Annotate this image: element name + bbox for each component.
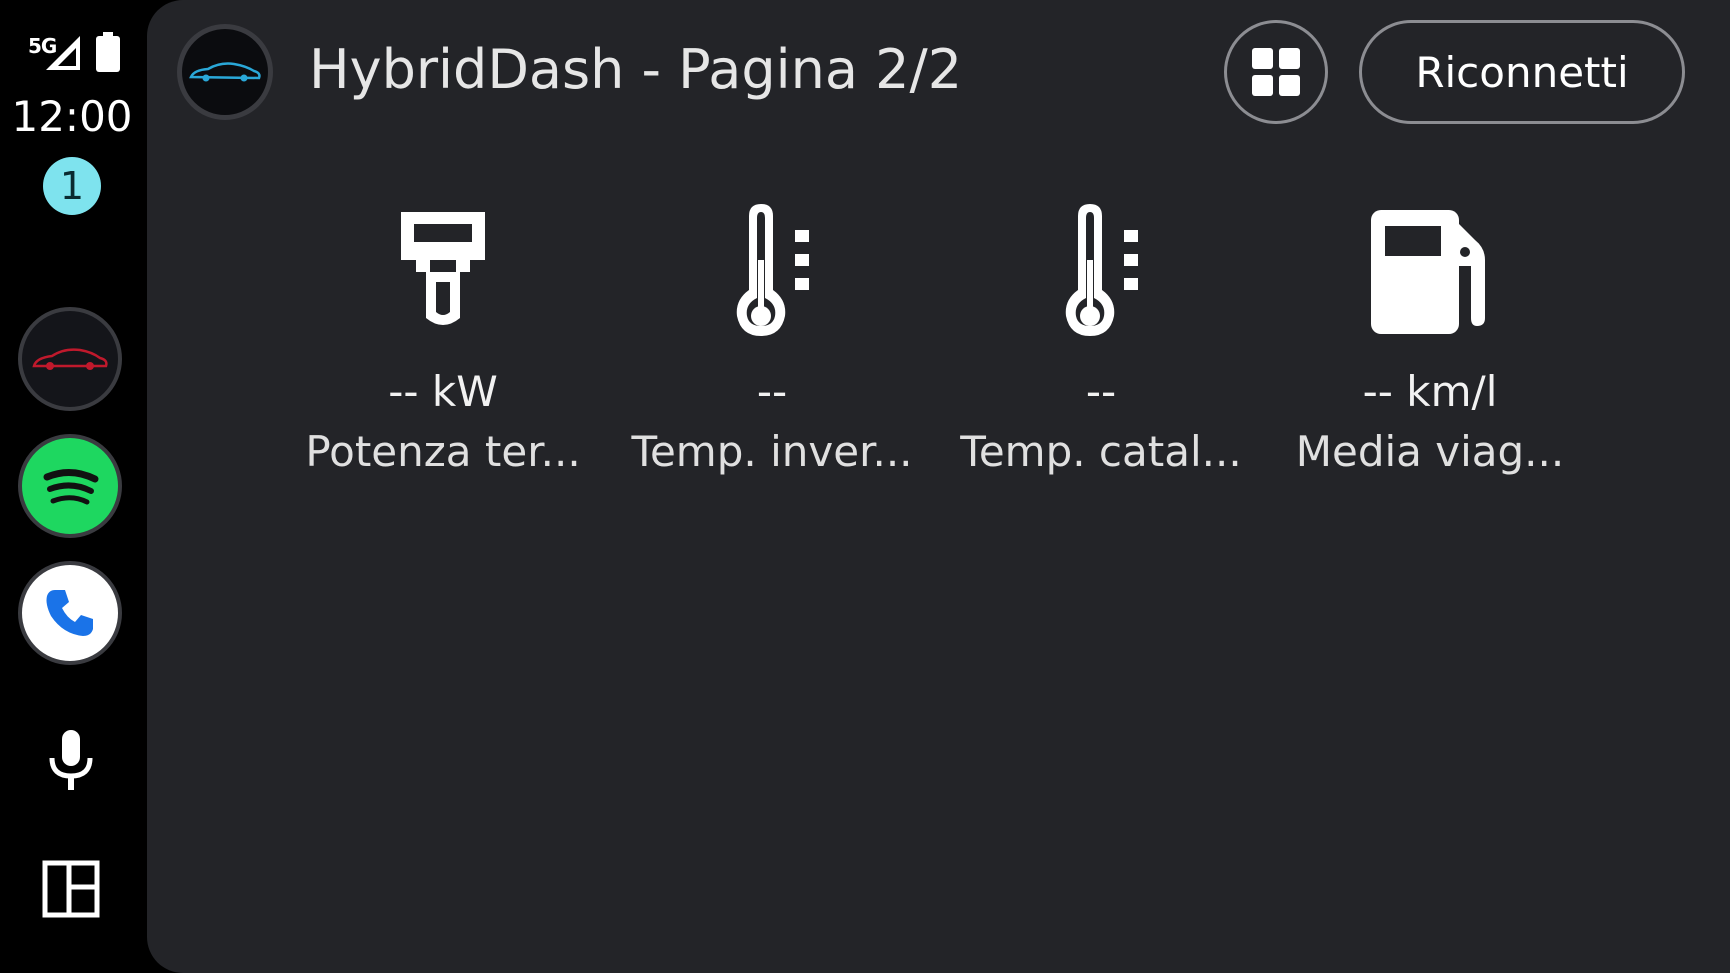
page-title: HybridDash - Pagina 2/2	[309, 38, 963, 101]
spotify-icon	[43, 469, 99, 505]
phone-icon	[46, 590, 93, 636]
tile-inverter-temp[interactable]: -- Temp. inver...	[607, 200, 937, 476]
thermometer-icon	[736, 204, 809, 336]
status-icons: 5G	[28, 32, 123, 76]
tile-thermal-power[interactable]: -- kW Potenza ter...	[278, 200, 608, 476]
clock: 12:00	[11, 92, 133, 141]
plug-icon	[401, 212, 485, 325]
tile-trip-average[interactable]: -- km/l Media viag...	[1265, 200, 1595, 476]
thermometer-icon	[1065, 204, 1138, 336]
rail-app-phone[interactable]	[18, 561, 122, 665]
reconnect-button[interactable]: Riconnetti	[1359, 20, 1685, 124]
battery-icon	[96, 32, 120, 72]
dashboard-icon[interactable]	[42, 860, 100, 918]
mic-icon[interactable]	[46, 730, 96, 792]
tile-catalyst-temp[interactable]: -- Temp. catal...	[936, 200, 1266, 476]
tile-label: Media viag...	[1295, 427, 1565, 476]
tile-value: -- km/l	[1362, 367, 1498, 416]
app-avatar	[177, 24, 273, 120]
grid-button[interactable]	[1224, 20, 1328, 124]
tile-value: --	[756, 367, 788, 416]
car-icon	[32, 348, 108, 370]
grid-icon	[1252, 48, 1300, 96]
tile-value: --	[1085, 367, 1117, 416]
tile-value: -- kW	[388, 367, 498, 416]
signal-icon	[46, 36, 80, 70]
tile-label: Temp. inver...	[631, 427, 913, 476]
fuel-icon	[1371, 210, 1485, 334]
tile-label: Temp. catal...	[960, 427, 1242, 476]
car-icon	[189, 62, 261, 82]
rail-app-car[interactable]	[18, 307, 122, 411]
rail-app-spotify[interactable]	[18, 434, 122, 538]
tile-label: Potenza ter...	[305, 427, 581, 476]
notification-badge[interactable]: 1	[43, 157, 101, 215]
app-rail: 5G 12:00 1	[0, 0, 147, 973]
main-panel: HybridDash - Pagina 2/2 Riconnetti -- kW…	[147, 0, 1730, 973]
